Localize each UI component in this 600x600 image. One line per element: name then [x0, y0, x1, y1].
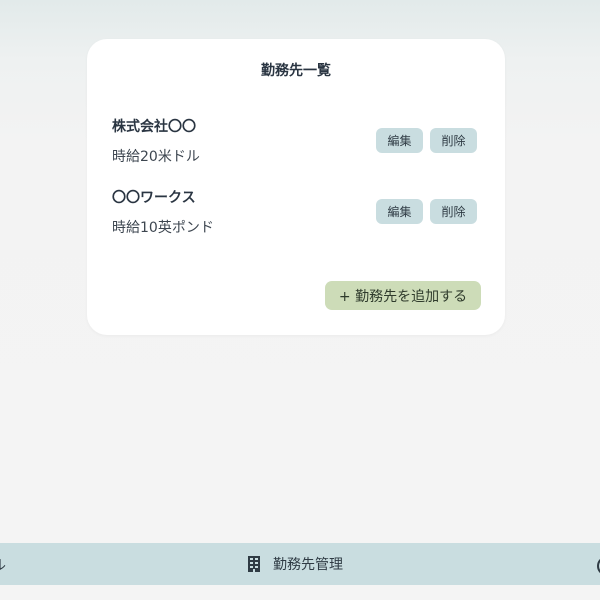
nav-item-left[interactable]: ル	[0, 555, 6, 575]
workplace-wage: 時給20米ドル	[112, 149, 200, 165]
edit-button[interactable]: 編集	[376, 128, 423, 153]
workplace-name: 〇〇ワークス	[112, 190, 196, 206]
edit-button[interactable]: 編集	[376, 199, 423, 224]
nav-item-workplace-management[interactable]: 勤務先管理	[248, 554, 343, 574]
list-item: 株式会社〇〇 時給20米ドル 編集 削除	[112, 116, 478, 166]
workplace-name: 株式会社〇〇	[112, 119, 196, 135]
workplace-list-card: 勤務先一覧 株式会社〇〇 時給20米ドル 編集 削除 〇〇ワークス 時給10英ポ…	[87, 39, 505, 335]
list-item: 〇〇ワークス 時給10英ポンド 編集 削除	[112, 187, 478, 237]
building-icon	[248, 556, 260, 572]
workplace-wage: 時給10英ポンド	[112, 220, 214, 236]
bottom-nav: ル 勤務先管理	[0, 543, 600, 585]
delete-button[interactable]: 削除	[430, 128, 477, 153]
card-title: 勤務先一覧	[261, 63, 331, 79]
add-workplace-button[interactable]: + 勤務先を追加する	[325, 281, 481, 310]
delete-button[interactable]: 削除	[430, 199, 477, 224]
nav-item-label: 勤務先管理	[273, 557, 343, 573]
